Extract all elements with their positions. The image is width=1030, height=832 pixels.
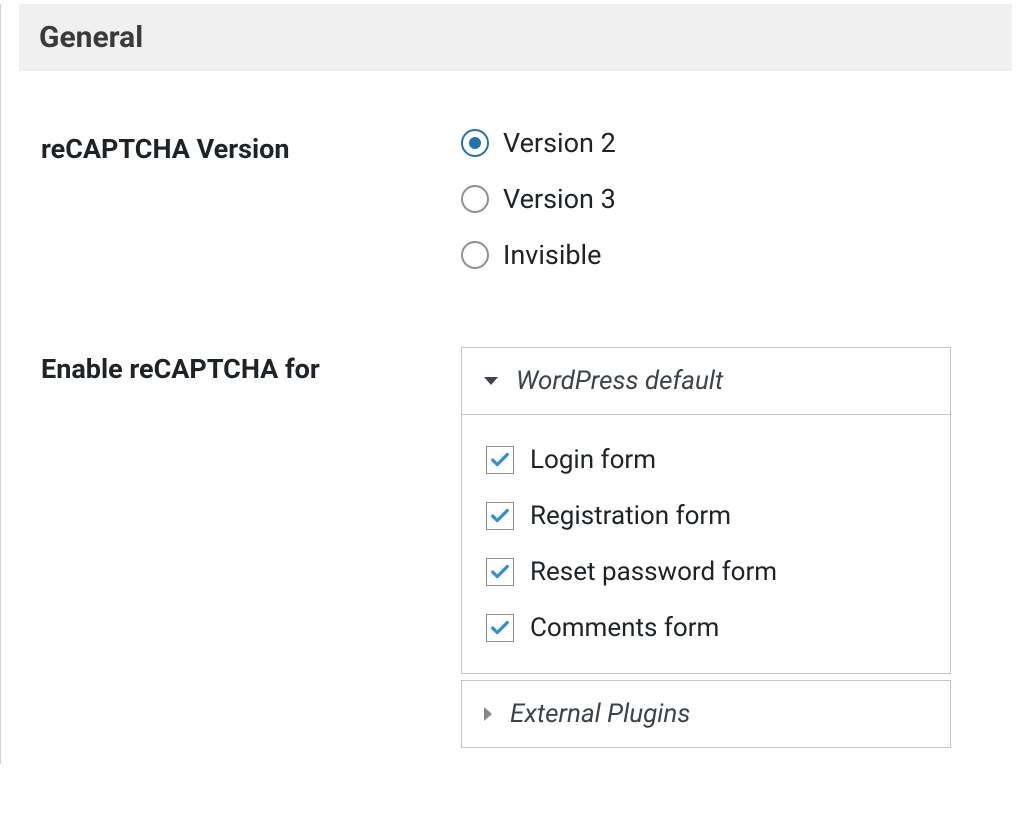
- checkbox-login-form[interactable]: Login form: [486, 445, 926, 475]
- enable-recaptcha-label: Enable reCAPTCHA for: [41, 347, 421, 385]
- checkbox-icon: [486, 614, 514, 642]
- recaptcha-version-radio-group: Version 2 Version 3 Invisible: [461, 127, 990, 271]
- radio-icon: [461, 129, 489, 157]
- checkbox-icon: [486, 558, 514, 586]
- radio-icon: [461, 241, 489, 269]
- accordion-external-plugins: External Plugins: [461, 680, 951, 748]
- accordion-title: WordPress default: [516, 366, 723, 396]
- checkbox-icon: [486, 446, 514, 474]
- radio-version-3[interactable]: Version 3: [461, 183, 990, 215]
- radio-label: Version 2: [503, 127, 616, 159]
- accordion-header-wordpress-default[interactable]: WordPress default: [462, 348, 950, 414]
- accordion-group: WordPress default Login form: [461, 347, 951, 748]
- radio-label: Version 3: [503, 183, 616, 215]
- checkbox-label: Comments form: [530, 613, 719, 643]
- checkbox-icon: [486, 502, 514, 530]
- checkbox-label: Login form: [530, 445, 656, 475]
- accordion-body: Login form Registration form: [462, 414, 950, 673]
- section-header: General: [19, 4, 1012, 71]
- checkbox-label: Registration form: [530, 501, 731, 531]
- checkbox-registration-form[interactable]: Registration form: [486, 501, 926, 531]
- setting-row-enable-recaptcha: Enable reCAPTCHA for WordPress default: [1, 331, 1030, 764]
- triangle-down-icon: [484, 377, 498, 385]
- accordion-title: External Plugins: [510, 699, 690, 729]
- recaptcha-version-label: reCAPTCHA Version: [41, 127, 421, 165]
- radio-icon: [461, 185, 489, 213]
- radio-version-2[interactable]: Version 2: [461, 127, 990, 159]
- radio-label: Invisible: [503, 239, 601, 271]
- triangle-right-icon: [484, 707, 492, 721]
- section-title: General: [39, 20, 992, 55]
- checkbox-comments-form[interactable]: Comments form: [486, 613, 926, 643]
- setting-row-recaptcha-version: reCAPTCHA Version Version 2 Version 3: [1, 111, 1030, 287]
- checkbox-label: Reset password form: [530, 557, 777, 587]
- accordion-header-external-plugins[interactable]: External Plugins: [462, 681, 950, 747]
- radio-invisible[interactable]: Invisible: [461, 239, 990, 271]
- checkbox-reset-password-form[interactable]: Reset password form: [486, 557, 926, 587]
- accordion-wordpress-default: WordPress default Login form: [461, 347, 951, 674]
